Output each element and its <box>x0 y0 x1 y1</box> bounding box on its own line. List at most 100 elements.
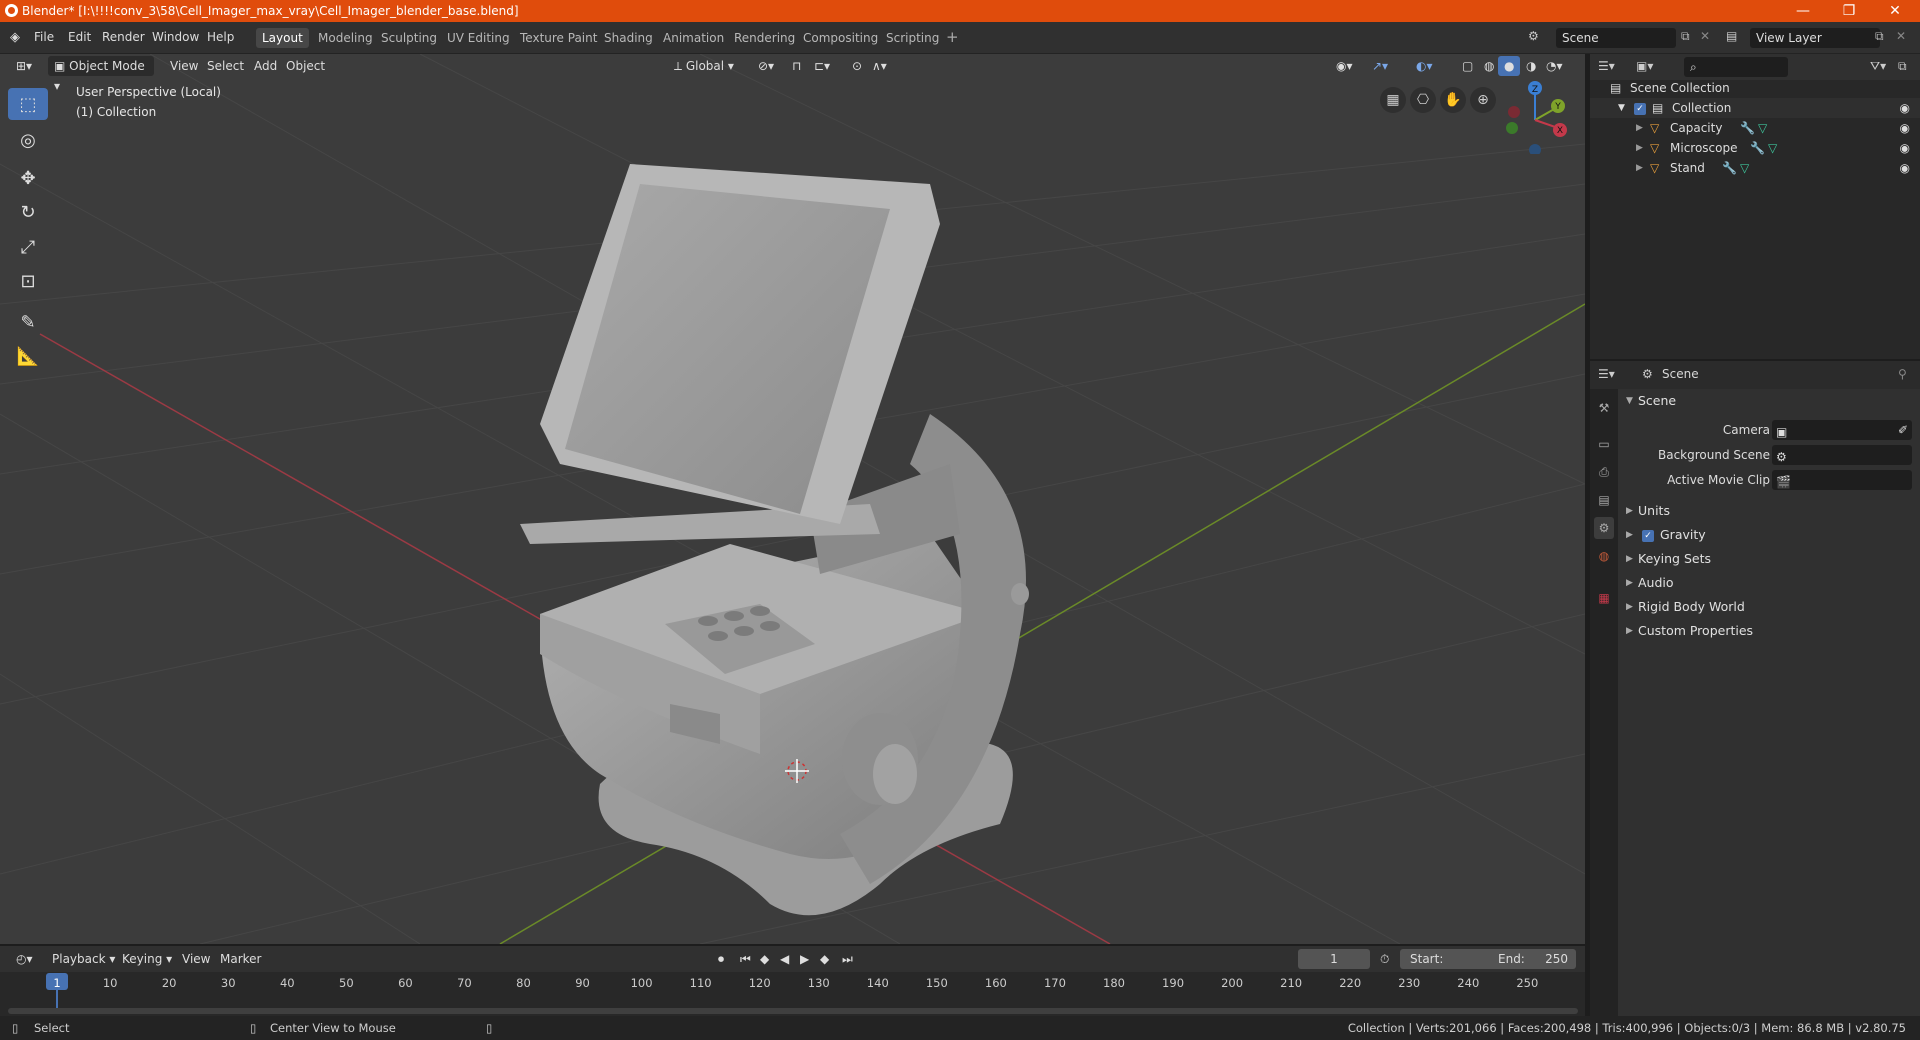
outliner-collection[interactable]: ▼ ✓ ▤ Collection ◉ <box>1590 98 1920 118</box>
texture-tab-icon[interactable]: ▦ <box>1594 587 1614 609</box>
eye-icon[interactable]: ◉ <box>1900 118 1910 138</box>
new-view-layer-icon[interactable]: ⧉ <box>1875 29 1884 44</box>
expand-arrow-icon[interactable]: ▼ <box>1618 98 1625 118</box>
menu-window[interactable]: Window <box>152 30 199 44</box>
orientation-dropdown[interactable]: ⟂ Global ▾ <box>668 56 740 76</box>
play-reverse-icon[interactable]: ◀ <box>774 949 795 969</box>
tab-rendering[interactable]: Rendering <box>728 28 801 48</box>
falloff-icon[interactable]: ∧▾ <box>866 56 893 76</box>
stopwatch-icon[interactable]: ⏱ <box>1374 949 1395 969</box>
tab-modeling[interactable]: Modeling <box>312 28 379 48</box>
eye-icon[interactable]: ◉ <box>1900 98 1910 118</box>
view-layer-field[interactable]: View Layer <box>1750 28 1880 48</box>
viewport-menu-add[interactable]: Add <box>248 56 283 76</box>
toggle-camera-grid-icon[interactable]: ▦ <box>1380 87 1406 113</box>
view-layer-icon[interactable]: ▤ <box>1726 29 1737 43</box>
audio-section[interactable]: ▶ Audio <box>1620 571 1920 595</box>
pivot-icon[interactable]: ⊘▾ <box>752 56 780 76</box>
render-tab-icon[interactable]: ▭ <box>1594 433 1614 455</box>
pan-hand-icon[interactable]: ✋ <box>1440 87 1466 113</box>
tab-layout[interactable]: Layout <box>256 28 309 48</box>
gravity-checkbox[interactable]: ✓ <box>1642 523 1654 547</box>
select-box-tool-icon[interactable]: ⬚ <box>8 88 48 120</box>
new-collection-icon[interactable]: ⧉ <box>1898 59 1907 74</box>
proportional-edit-icon[interactable]: ⊙ <box>846 56 868 76</box>
visibility-icon[interactable]: ◉▾ <box>1330 56 1359 76</box>
world-tab-icon[interactable]: ◍ <box>1594 545 1614 567</box>
scene-panel-header[interactable]: ▼ Scene <box>1620 389 1920 413</box>
scale-tool-icon[interactable]: ⤢ <box>8 231 48 263</box>
annotate-tool-icon[interactable]: ✎ <box>8 306 48 338</box>
rotate-tool-icon[interactable]: ↻ <box>8 196 48 228</box>
outliner-search-input[interactable]: ⌕ <box>1684 57 1788 77</box>
outliner-scene-collection[interactable]: ▤ Scene Collection <box>1590 78 1920 98</box>
tab-uv-editing[interactable]: UV Editing <box>441 28 516 48</box>
rendered-shading-icon[interactable]: ◔▾ <box>1540 56 1569 76</box>
snap-icon[interactable]: ⊓ <box>786 56 807 76</box>
outliner-item-stand[interactable]: ▶ ▽ Stand 🔧 ▽ ◉ <box>1590 158 1920 178</box>
solid-shading-icon[interactable]: ● <box>1498 56 1521 76</box>
expand-arrow-icon[interactable]: ▶ <box>1636 158 1643 178</box>
gravity-section[interactable]: ▶ ✓ Gravity <box>1620 523 1920 547</box>
tab-compositing[interactable]: Compositing <box>797 28 884 48</box>
timeline-menu-playback[interactable]: Playback ▾ <box>46 949 121 969</box>
tab-shading[interactable]: Shading <box>598 28 659 48</box>
xray-icon[interactable]: ▢ <box>1456 56 1479 76</box>
maximize-button[interactable]: ❐ <box>1826 0 1872 22</box>
gizmo-toggle-icon[interactable]: ↗▾ <box>1366 56 1394 76</box>
outliner-item-capacity[interactable]: ▶ ▽ Capacity 🔧 ▽ ◉ <box>1590 118 1920 138</box>
mode-dropdown[interactable]: ▣ Object Mode ▾ <box>48 56 154 93</box>
zoom-icon[interactable]: ⊕ <box>1470 87 1496 113</box>
camera-field[interactable]: ▣ ✐ <box>1772 420 1912 440</box>
move-tool-icon[interactable]: ✥ <box>8 162 48 194</box>
overlay-toggle-icon[interactable]: ◐▾ <box>1410 56 1439 76</box>
pin-icon[interactable]: ⚲ <box>1898 367 1907 381</box>
measure-tool-icon[interactable]: 📐 <box>8 340 48 372</box>
timeline-scrollbar[interactable] <box>8 1008 1578 1014</box>
play-icon[interactable]: ▶ <box>794 949 815 969</box>
camera-view-icon[interactable]: ⎔ <box>1410 87 1436 113</box>
tab-scripting[interactable]: Scripting <box>880 28 945 48</box>
remove-view-layer-icon[interactable]: ✕ <box>1896 29 1906 43</box>
active-movie-clip-field[interactable]: 🎬 <box>1772 470 1912 490</box>
custom-properties-section[interactable]: ▶ Custom Properties <box>1620 619 1920 643</box>
menu-help[interactable]: Help <box>207 30 234 44</box>
scene-icon[interactable]: ⚙ <box>1528 29 1539 43</box>
scene-field[interactable]: Scene <box>1556 28 1676 48</box>
remove-scene-icon[interactable]: ✕ <box>1700 29 1710 43</box>
prev-keyframe-icon[interactable]: ◆ <box>754 949 775 969</box>
minimize-button[interactable]: — <box>1780 0 1826 22</box>
viewport-menu-view[interactable]: View <box>164 56 204 76</box>
properties-editor-icon[interactable]: ☰▾ <box>1598 367 1615 381</box>
collection-checkbox[interactable]: ✓ <box>1634 98 1646 118</box>
rigid-body-world-section[interactable]: ▶ Rigid Body World <box>1620 595 1920 619</box>
outliner-item-microscope[interactable]: ▶ ▽ Microscope 🔧 ▽ ◉ <box>1590 138 1920 158</box>
new-scene-icon[interactable]: ⧉ <box>1681 29 1690 44</box>
snap-target-icon[interactable]: ⊏▾ <box>808 56 836 76</box>
record-icon[interactable]: ⏺ <box>712 949 730 969</box>
next-keyframe-icon[interactable]: ◆ <box>814 949 835 969</box>
tab-sculpting[interactable]: Sculpting <box>375 28 443 48</box>
eye-icon[interactable]: ◉ <box>1900 158 1910 178</box>
expand-arrow-icon[interactable]: ▶ <box>1636 138 1643 158</box>
display-mode-icon[interactable]: ▣▾ <box>1636 59 1653 73</box>
timeline-editor-icon[interactable]: ◴▾ <box>10 949 39 969</box>
expand-arrow-icon[interactable]: ▶ <box>1636 118 1643 138</box>
tab-animation[interactable]: Animation <box>657 28 730 48</box>
eyedropper-icon[interactable]: ✐ <box>1898 418 1908 442</box>
output-tab-icon[interactable]: ⎙ <box>1594 461 1614 483</box>
timeline-menu-view[interactable]: View <box>176 949 216 969</box>
view-layer-tab-icon[interactable]: ▤ <box>1594 489 1614 511</box>
keying-sets-section[interactable]: ▶ Keying Sets <box>1620 547 1920 571</box>
timeline-menu-keying[interactable]: Keying ▾ <box>116 949 178 969</box>
menu-edit[interactable]: Edit <box>68 30 91 44</box>
menu-file[interactable]: File <box>34 30 54 44</box>
add-workspace-icon[interactable]: + <box>946 28 959 46</box>
timeline-menu-marker[interactable]: Marker <box>214 949 267 969</box>
tool-tab-icon[interactable]: ⚒ <box>1594 397 1614 419</box>
units-section[interactable]: ▶ Units <box>1620 499 1920 523</box>
cursor-tool-icon[interactable]: ◎ <box>8 124 48 156</box>
background-scene-field[interactable]: ⚙ <box>1772 445 1912 465</box>
viewport-menu-object[interactable]: Object <box>280 56 331 76</box>
close-button[interactable]: ✕ <box>1872 0 1918 22</box>
